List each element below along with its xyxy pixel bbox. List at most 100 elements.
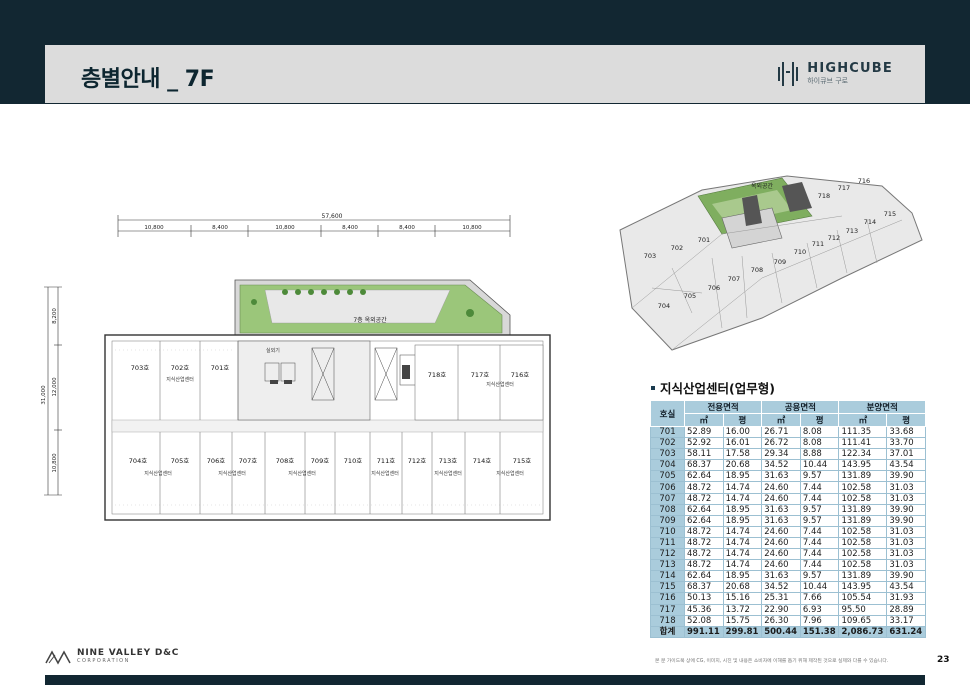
cell-pyeong: 7.44 xyxy=(799,559,840,572)
cell-pyeong: 13.72 xyxy=(722,603,763,616)
cell-sqm: 31.63 xyxy=(761,514,801,527)
cell-sqm: 26.30 xyxy=(761,614,801,627)
cell-ho: 713 xyxy=(650,559,685,572)
cell-sqm: 29.34 xyxy=(761,448,801,461)
table-body: 701 52.89 16.00 26.71 8.08 111.35 33.68 702 52.9… xyxy=(650,425,926,638)
cell-sqm: 22.90 xyxy=(761,603,801,616)
table-row: 709 62.64 18.95 31.63 9.57 131.89 39.90 xyxy=(650,514,926,527)
header-pyeong: 평 xyxy=(799,413,840,427)
cell-sqm: 109.65 xyxy=(838,614,888,627)
cell-ho: 709 xyxy=(650,514,685,527)
v3d-713: 713 xyxy=(846,227,858,235)
dim-seg-1: 10,800 xyxy=(144,225,164,231)
area-table: 호실 전용면적 공용면적 분양면적 ㎡ 평 ㎡ 평 ㎡ 평 701 52.89 16… xyxy=(650,400,926,638)
unit-712: 712호 xyxy=(408,457,426,465)
cell-pyeong: 18.95 xyxy=(722,514,763,527)
v3d-704: 704 xyxy=(658,302,670,310)
nine-valley-logo-icon xyxy=(45,649,71,665)
table-row: 714 62.64 18.95 31.63 9.57 131.89 39.90 xyxy=(650,570,926,583)
cell-pyeong: 31.03 xyxy=(886,481,926,494)
cell-sqm: 48.72 xyxy=(684,481,724,494)
company-name: NINE VALLEY D&C xyxy=(77,648,180,658)
cell-pyeong: 33.17 xyxy=(886,614,926,627)
cell-pyeong: 9.57 xyxy=(799,470,840,483)
cell-ho: 707 xyxy=(650,492,685,505)
unit-716: 716호 xyxy=(511,371,529,379)
unit-705: 705호 xyxy=(171,457,189,465)
cell-pyeong: 31.03 xyxy=(886,559,926,572)
cell-pyeong: 39.90 xyxy=(886,503,926,516)
cell-pyeong: 6.93 xyxy=(799,603,840,616)
dim-seg-6: 10,800 xyxy=(462,225,482,231)
cell-sqm: 48.72 xyxy=(684,559,724,572)
cell-pyeong: 17.58 xyxy=(722,448,763,461)
header-ho: 호실 xyxy=(650,400,685,427)
cell-pyeong: 18.95 xyxy=(722,570,763,583)
cell-pyeong: 43.54 xyxy=(886,581,926,594)
table-row: 717 45.36 13.72 22.90 6.93 95.50 28.89 xyxy=(650,603,926,616)
cell-pyeong: 9.57 xyxy=(799,514,840,527)
brochure-page: 층별안내 _ 7F HIGHCUBE 하이큐브 구로 57,600 10,800… xyxy=(0,0,970,685)
cell-sqm: 68.37 xyxy=(684,581,724,594)
cell-sqm: 52.89 xyxy=(684,425,724,439)
v3d-708: 708 xyxy=(751,266,763,274)
table-row: 707 48.72 14.74 24.60 7.44 102.58 31.03 xyxy=(650,492,926,505)
floor-3d-view: 옥외공간 701 702 703 704 705 706 707 708 709… xyxy=(612,168,930,368)
page-number: 23 xyxy=(937,655,950,665)
table-heading: 지식산업센터(업무형) xyxy=(651,378,775,397)
roof-label: 옥외공간 xyxy=(751,182,774,190)
cell-sqm: 131.89 xyxy=(838,514,888,527)
v3d-706: 706 xyxy=(708,284,720,292)
cell-sqm: 31.63 xyxy=(761,570,801,583)
cell-ho: 712 xyxy=(650,548,685,561)
cell-pyeong: 31.93 xyxy=(886,592,926,605)
cell-pyeong: 31.03 xyxy=(886,525,926,538)
cell-pyeong: 37.01 xyxy=(886,448,926,461)
bullet-icon xyxy=(651,385,655,390)
cell-pyeong: 7.44 xyxy=(799,492,840,505)
lounge-label: 실외기 xyxy=(266,347,280,354)
cell-sqm: 24.60 xyxy=(761,536,801,550)
cell-total: 299.81 xyxy=(722,625,763,638)
table-row: 701 52.89 16.00 26.71 8.08 111.35 33.68 xyxy=(650,425,926,439)
usage-label-1: 지식산업센터 xyxy=(144,470,172,477)
cell-pyeong: 14.74 xyxy=(722,481,763,494)
cell-pyeong: 33.70 xyxy=(886,437,926,450)
cell-sqm: 24.60 xyxy=(761,525,801,538)
cell-ho: 704 xyxy=(650,459,685,472)
cell-sqm: 31.63 xyxy=(761,470,801,483)
highcube-logo: HIGHCUBE 하이큐브 구로 xyxy=(777,59,893,89)
cell-sqm: 34.52 xyxy=(761,459,801,472)
unit-701: 701호 xyxy=(211,364,229,372)
cell-total-label: 합계 xyxy=(650,625,685,638)
title-bar: 층별안내 _ 7F HIGHCUBE 하이큐브 구로 xyxy=(45,45,925,103)
table-total-row: 합계 991.11 299.81 500.44 151.38 2,086.73 631.24 xyxy=(650,625,926,638)
dim-seg-2: 8,400 xyxy=(212,225,228,231)
cell-pyeong: 8.08 xyxy=(799,425,840,439)
cell-sqm: 102.58 xyxy=(838,548,888,561)
cell-ho: 701 xyxy=(650,425,685,439)
cell-pyeong: 9.57 xyxy=(799,503,840,516)
cell-pyeong: 14.74 xyxy=(722,525,763,538)
cell-pyeong: 18.95 xyxy=(722,503,763,516)
table-row: 705 62.64 18.95 31.63 9.57 131.89 39.90 xyxy=(650,470,926,483)
cell-pyeong: 16.00 xyxy=(722,425,763,439)
cell-total: 2,086.73 xyxy=(838,625,888,638)
table-row: 711 48.72 14.74 24.60 7.44 102.58 31.03 xyxy=(650,536,926,550)
v3d-715: 715 xyxy=(884,210,896,218)
cell-ho: 708 xyxy=(650,503,685,516)
v3d-707: 707 xyxy=(728,275,740,283)
cell-total: 991.11 xyxy=(684,625,724,638)
unit-707: 707호 xyxy=(239,457,257,465)
usage-label-top-left: 지식산업센터 xyxy=(166,376,194,383)
header-common: 공용면적 xyxy=(761,400,840,414)
dim-vertical-1: 8,200 xyxy=(52,308,58,324)
dim-vertical-2: 12,000 xyxy=(52,377,58,397)
unit-704: 704호 xyxy=(129,457,147,465)
cell-pyeong: 39.90 xyxy=(886,514,926,527)
cell-sqm: 62.64 xyxy=(684,570,724,583)
unit-706: 706호 xyxy=(207,457,225,465)
dim-vertical-3: 10,800 xyxy=(52,453,58,473)
cell-ho: 703 xyxy=(650,448,685,461)
table-row: 712 48.72 14.74 24.60 7.44 102.58 31.03 xyxy=(650,548,926,561)
